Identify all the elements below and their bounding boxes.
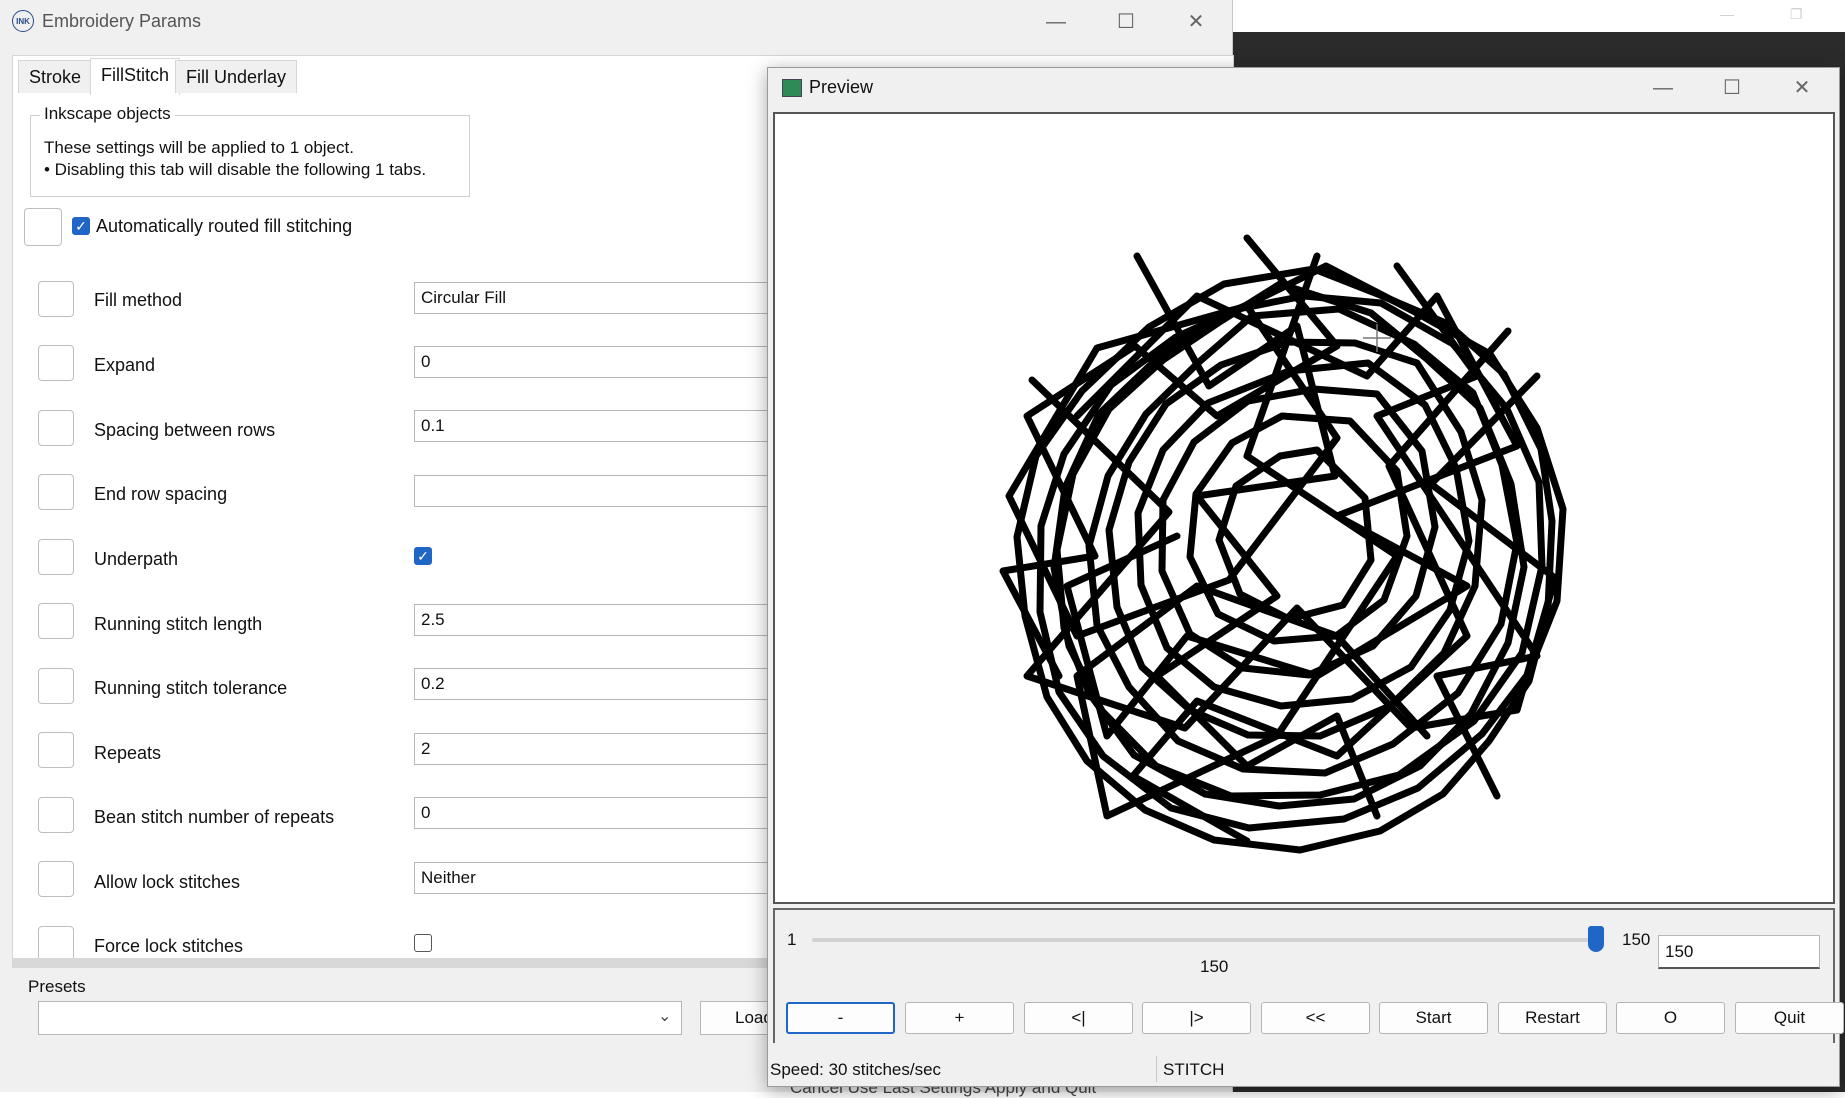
- status-separator: [1156, 1056, 1157, 1082]
- maximize-icon[interactable]: ☐: [1702, 70, 1762, 106]
- chevron-down-icon[interactable]: ⌄: [658, 1006, 671, 1026]
- fill-method-select[interactable]: Circular Fill: [414, 282, 774, 314]
- param-enable-checkbox[interactable]: [38, 926, 74, 962]
- maximize-icon[interactable]: ☐: [1096, 4, 1156, 40]
- param-label: Fill method: [94, 290, 183, 310]
- auto-fill-label: Automatically routed fill stitching: [96, 216, 353, 236]
- param-enable-checkbox[interactable]: [38, 603, 74, 639]
- preview-window-icon: [782, 79, 802, 97]
- faster-button[interactable]: +: [905, 1002, 1014, 1034]
- stitch-slider-thumb[interactable]: [1588, 926, 1604, 952]
- param-label: Running stitch tolerance: [94, 678, 288, 698]
- stitch-slider-track[interactable]: [812, 938, 1596, 942]
- param-enable-checkbox[interactable]: [38, 474, 74, 510]
- param-label: Running stitch length: [94, 614, 263, 634]
- tab-stroke[interactable]: Stroke: [18, 60, 93, 93]
- group-note-line1: These settings will be applied to 1 obje…: [44, 138, 354, 157]
- param-label: Repeats: [94, 743, 162, 763]
- param-label: Force lock stitches: [94, 936, 244, 956]
- reverse-button[interactable]: <<: [1261, 1002, 1370, 1034]
- param-enable-checkbox[interactable]: [38, 668, 74, 704]
- row-spacing-input[interactable]: 0.1: [414, 410, 774, 442]
- force-lock-stitches-checkbox[interactable]: [414, 934, 432, 952]
- group-note-line2: • Disabling this tab will disable the fo…: [44, 160, 427, 179]
- repeats-input[interactable]: 2: [414, 733, 774, 765]
- presets-select[interactable]: [38, 1001, 682, 1035]
- param-enable-checkbox[interactable]: [38, 281, 74, 317]
- tab-fill-underlay[interactable]: Fill Underlay: [175, 60, 298, 93]
- main-window-title: Embroidery Params: [42, 11, 202, 31]
- underpath-checkbox[interactable]: ✓: [414, 547, 432, 565]
- param-enable-checkbox[interactable]: [38, 861, 74, 897]
- running-stitch-length-input[interactable]: 2.5: [414, 604, 774, 636]
- param-enable-checkbox[interactable]: [38, 797, 74, 833]
- bg-minimize-icon: —: [1720, 6, 1734, 22]
- preview-title: Preview: [809, 77, 874, 97]
- param-enable-checkbox[interactable]: [38, 410, 74, 446]
- status-speed: Speed: 30 stitches/sec: [770, 1060, 942, 1079]
- close-icon[interactable]: ✕: [1166, 4, 1226, 40]
- npp-button[interactable]: O: [1616, 1002, 1725, 1034]
- param-enable-checkbox[interactable]: [38, 539, 74, 575]
- stitch-path: [1215, 446, 1375, 623]
- param-label: Bean stitch number of repeats: [94, 807, 335, 827]
- param-enable-checkbox[interactable]: [38, 345, 74, 381]
- presets-label: Presets: [28, 977, 86, 996]
- auto-fill-checkbox[interactable]: ✓: [72, 217, 90, 235]
- close-icon[interactable]: ✕: [1772, 70, 1832, 106]
- slider-min-label: 1: [787, 930, 797, 949]
- status-mode: STITCH: [1163, 1060, 1225, 1079]
- param-label: Underpath: [94, 549, 179, 569]
- end-row-spacing-input[interactable]: [414, 475, 774, 507]
- quit-button[interactable]: Quit: [1735, 1002, 1844, 1034]
- restart-button[interactable]: Restart: [1498, 1002, 1607, 1034]
- group-legend: Inkscape objects: [40, 104, 175, 124]
- stitch-plot: [999, 234, 1567, 854]
- bean-stitch-repeats-input[interactable]: 0: [414, 797, 774, 829]
- param-enable-checkbox[interactable]: [38, 732, 74, 768]
- param-label: Spacing between rows: [94, 420, 276, 440]
- slower-button[interactable]: -: [786, 1002, 895, 1034]
- inkstitch-logo-icon: INK: [12, 10, 34, 32]
- start-button[interactable]: Start: [1379, 1002, 1488, 1034]
- expand-input[interactable]: 0: [414, 346, 774, 378]
- param-label: Allow lock stitches: [94, 872, 241, 892]
- step-forward-button[interactable]: |>: [1142, 1002, 1251, 1034]
- step-back-button[interactable]: <|: [1024, 1002, 1133, 1034]
- minimize-icon[interactable]: —: [1633, 70, 1693, 106]
- check-icon: ✓: [417, 548, 429, 564]
- stitch-number-input[interactable]: 150: [1658, 935, 1820, 969]
- slider-max-label: 150: [1622, 930, 1651, 949]
- toggle-all-checkbox[interactable]: [24, 208, 62, 246]
- bg-maximize-icon: ❐: [1790, 6, 1803, 22]
- tab-fillstitch[interactable]: FillStitch: [90, 58, 181, 95]
- slider-current-label: 150: [1200, 957, 1229, 976]
- param-label: End row spacing: [94, 484, 228, 504]
- check-icon: ✓: [75, 218, 87, 234]
- param-label: Expand: [94, 355, 156, 375]
- lock-stitches-select[interactable]: Neither: [414, 862, 774, 894]
- minimize-icon[interactable]: —: [1026, 4, 1086, 40]
- running-stitch-tolerance-input[interactable]: 0.2: [414, 668, 774, 700]
